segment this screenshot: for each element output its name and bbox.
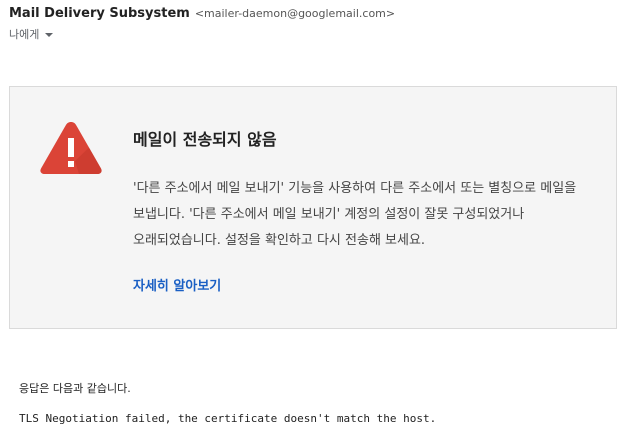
card-body-text: '다른 주소에서 메일 보내기' 기능을 사용하여 다른 주소에서 또는 별칭으… (133, 181, 577, 248)
sender-line: Mail Delivery Subsystem <mailer-daemon@g… (9, 6, 620, 21)
chevron-down-icon[interactable] (45, 32, 54, 37)
recipient-label: 나에게 (9, 28, 40, 41)
error-message: TLS Negotiation failed, the certificate … (19, 412, 437, 425)
sender-email: <mailer-daemon@googlemail.com> (194, 7, 396, 20)
learn-more-link[interactable]: 자세히 알아보기 (133, 275, 221, 294)
recipient-details-toggle[interactable]: 나에게 (9, 26, 620, 42)
response-label: 응답은 다음과 같습니다. (19, 382, 131, 395)
message-header: Mail Delivery Subsystem <mailer-daemon@g… (9, 6, 620, 42)
sender-name[interactable]: Mail Delivery Subsystem (9, 6, 190, 21)
warning-triangle-icon (40, 122, 102, 174)
delivery-failure-card: 메일이 전송되지 않음 '다른 주소에서 메일 보내기' 기능을 사용하여 다른… (9, 86, 617, 329)
card-title: 메일이 전송되지 않음 (133, 130, 277, 149)
